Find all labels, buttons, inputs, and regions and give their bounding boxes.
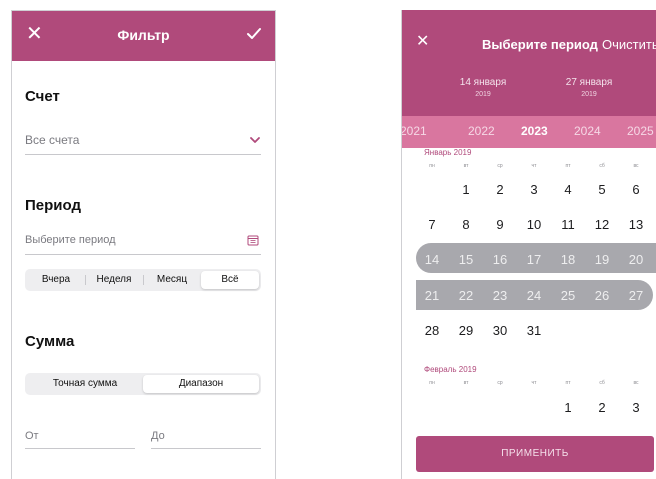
month-label-january: Январь 2019 [424,148,472,157]
calendar-day[interactable]: 23 [488,288,512,303]
period-segmented-control: Вчера Неделя Месяц Всё [25,269,261,291]
account-select[interactable]: Все счета [25,125,261,155]
weekday-wed-label: ср [497,380,503,386]
sum-option-exact[interactable]: Точная сумма [27,375,143,393]
range-start-date: 14 января [459,77,507,88]
calendar-day[interactable]: 19 [590,252,614,267]
calendar-day[interactable]: 1 [556,400,580,415]
year-item[interactable]: 2021 [402,124,427,138]
range-end-date: 27 января [565,77,613,88]
calendar-day[interactable]: 31 [522,323,546,338]
calendar-day[interactable]: 2 [488,182,512,197]
sum-segmented-control: Точная сумма Диапазон [25,373,261,395]
period-option-week[interactable]: Неделя [85,271,143,289]
period-option-yesterday[interactable]: Вчера [27,271,85,289]
calendar-day[interactable]: 2 [590,400,614,415]
calendar-day[interactable]: 22 [454,288,478,303]
range-start[interactable]: 14 января 2019 [438,77,528,98]
calendar-day[interactable]: 30 [488,323,512,338]
calendar-day[interactable]: 5 [590,182,614,197]
sum-option-range[interactable]: Диапазон [143,375,259,393]
calendar-day[interactable]: 27 [624,288,648,303]
picker-title: Выберите период [482,37,598,52]
calendar-day[interactable]: 14 [420,252,444,267]
weekday-mon-label: пн [429,163,435,169]
sum-from-field[interactable]: От [25,427,135,449]
calendar-day[interactable]: 21 [420,288,444,303]
year-item-current[interactable]: 2023 [521,124,548,138]
weekday-sat-label: сб [599,380,605,386]
sum-section-title: Сумма [25,333,75,350]
calendar-day[interactable]: 28 [420,323,444,338]
filter-title: Фильтр [117,27,170,43]
period-select-placeholder: Выберите период [25,234,116,246]
account-select-value: Все счета [25,133,80,147]
close-icon[interactable]: ✕ [416,34,429,50]
year-item[interactable]: 2022 [468,124,495,138]
sum-to-placeholder: До [151,430,165,442]
year-item[interactable]: 2024 [574,124,601,138]
weekday-fri-label: пт [565,380,571,386]
calendar-day[interactable]: 8 [454,217,478,232]
weekday-tue-label: вт [463,163,469,169]
period-option-all[interactable]: Всё [201,271,259,289]
weekday-wed-label: ср [497,163,503,169]
calendar-day[interactable]: 25 [556,288,580,303]
picker-header: ✕ Выберите период Очистить 14 января 201… [402,10,656,116]
range-end[interactable]: 27 января 2019 [544,77,634,98]
sum-from-placeholder: От [25,430,39,442]
weekday-sun-label: вс [633,163,639,169]
calendar-day[interactable]: 1 [454,182,478,197]
weekday-sat-label: сб [599,163,605,169]
check-icon[interactable] [245,25,263,43]
filter-header: ✕ Фильтр [12,11,275,61]
range-start-year: 2019 [475,91,491,98]
calendar-day[interactable]: 11 [556,217,580,232]
weekday-mon-label: пн [429,380,435,386]
apply-button[interactable]: ПРИМЕНИТЬ [416,436,654,472]
calendar-day[interactable]: 24 [522,288,546,303]
calendar-day[interactable]: 17 [522,252,546,267]
weekday-fri-label: пт [565,163,571,169]
calendar-day[interactable]: 29 [454,323,478,338]
calendar-day[interactable]: 15 [454,252,478,267]
weekday-thu-label: чт [531,380,537,386]
calendar-day[interactable]: 13 [624,217,648,232]
clear-button[interactable]: Очистить [602,37,656,52]
calendar-day[interactable]: 12 [590,217,614,232]
calendar-day[interactable]: 4 [556,182,580,197]
calendar-day[interactable]: 18 [556,252,580,267]
range-end-year: 2019 [581,91,597,98]
period-section-title: Период [25,197,81,214]
calendar-day[interactable]: 10 [522,217,546,232]
calendar-icon[interactable] [247,234,259,246]
period-select[interactable]: Выберите период [25,225,261,255]
filter-screen: ✕ Фильтр Счет Все счета Период Выберите … [11,10,276,479]
calendar-day[interactable]: 9 [488,217,512,232]
calendar-day[interactable]: 26 [590,288,614,303]
calendar-day[interactable]: 16 [488,252,512,267]
period-option-month[interactable]: Месяц [143,271,201,289]
weekday-sun-label: вс [633,380,639,386]
sum-to-field[interactable]: До [151,427,261,449]
calendar-day[interactable]: 3 [522,182,546,197]
year-selector: 2021 2022 2023 2024 2025 [402,116,656,148]
period-picker-screen: ✕ Выберите период Очистить 14 января 201… [401,10,656,479]
month-label-february: Февраль 2019 [424,365,477,374]
weekday-thu-label: чт [531,163,537,169]
weekday-tue-label: вт [463,380,469,386]
account-section-title: Счет [25,88,60,105]
chevron-down-icon [250,137,260,143]
calendar-day[interactable]: 3 [624,400,648,415]
year-item[interactable]: 2025 [627,124,654,138]
calendar-day[interactable]: 20 [624,252,648,267]
calendar-day[interactable]: 6 [624,182,648,197]
calendar-day[interactable]: 7 [420,217,444,232]
